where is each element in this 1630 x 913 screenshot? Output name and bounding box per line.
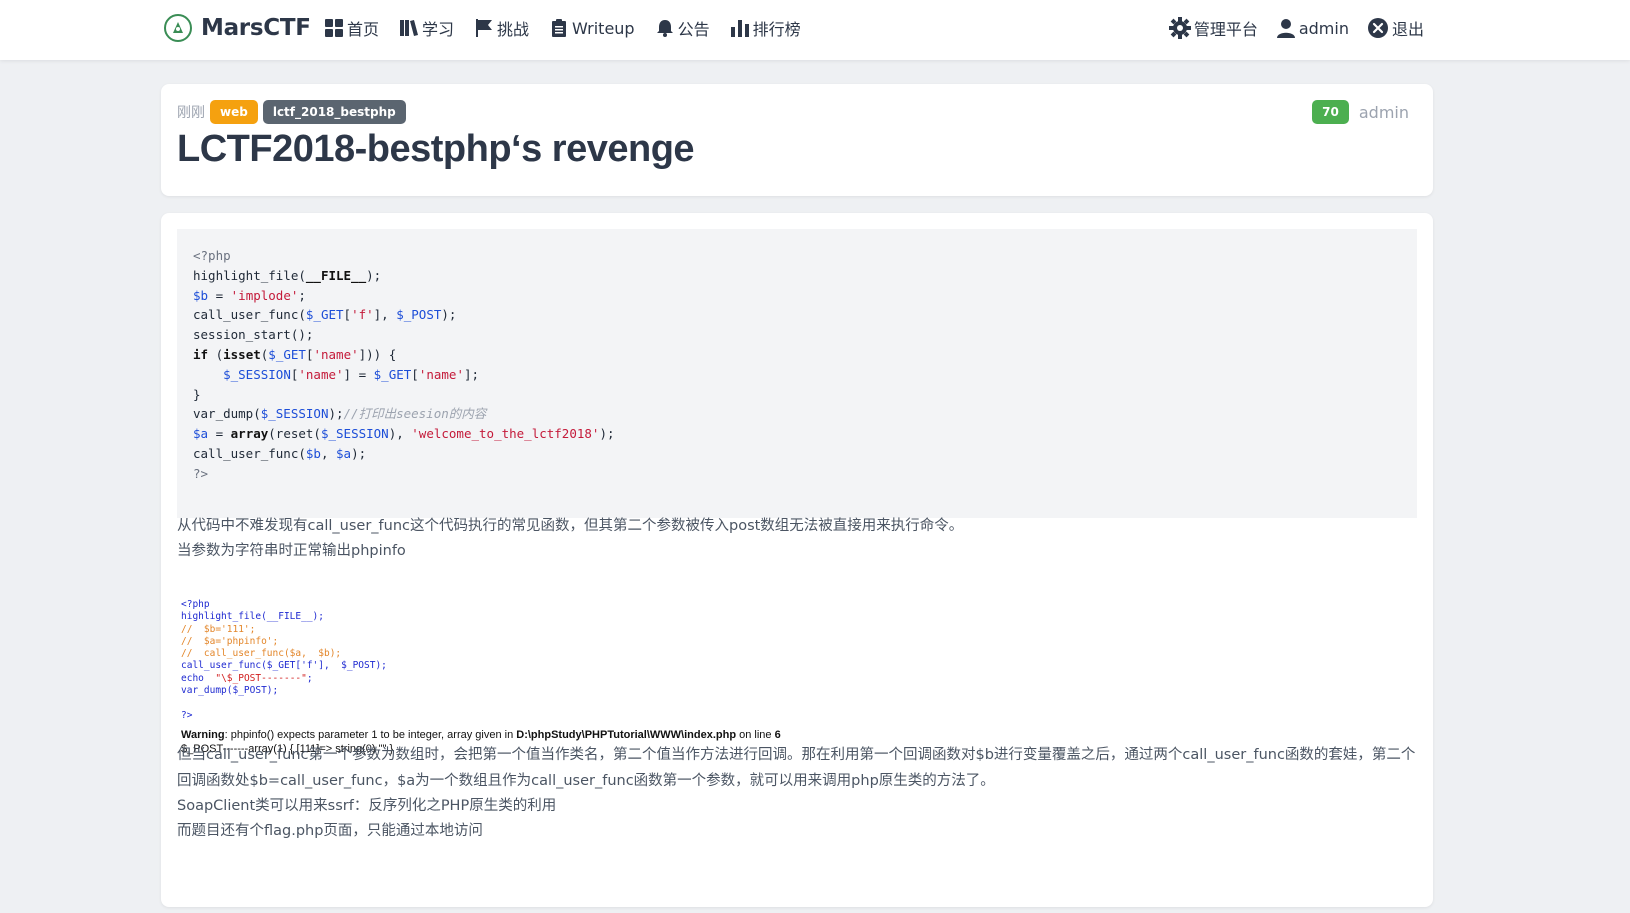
paragraph-3: 但当call_user_func第一个参数为数组时，会把第一个值当作类名，第二个… [177, 747, 1416, 789]
nav-learn-label: 学习 [422, 20, 455, 39]
tag-challenge[interactable]: lctf_2018_bestphp [262, 100, 406, 124]
nav-admin-panel[interactable]: 管理平台 [1168, 16, 1258, 40]
brand-logo-icon [164, 14, 192, 42]
brand[interactable]: MarsCTF [164, 14, 311, 42]
post-time: 刚刚 [177, 105, 205, 121]
nav-writeup[interactable]: Writeup [549, 18, 635, 38]
grid-icon [325, 19, 343, 37]
paragraph-4: SoapClient类可以用来ssrf：反序列化之PHP原生类的利用 [177, 798, 557, 814]
nav-profile[interactable]: admin [1276, 18, 1349, 38]
bar-chart-icon [730, 20, 749, 37]
tag-category[interactable]: web [210, 100, 258, 124]
post-header-right: 70 admin [1312, 100, 1409, 124]
nav-logout-label: 退出 [1391, 20, 1424, 39]
nav-user: 管理平台 admin 退出 [1151, 16, 1424, 40]
clipboard-icon [552, 19, 567, 37]
nav-admin-panel-label: 管理平台 [1193, 20, 1258, 39]
gear-icon [1168, 17, 1191, 39]
post-author[interactable]: admin [1359, 103, 1409, 122]
phpinfo-screenshot: <?php highlight_file(__FILE__); // $b='1… [181, 599, 861, 755]
paragraph-2: 当参数为字符串时正常输出phpinfo [177, 543, 406, 559]
navbar: MarsCTF 首页 学习 挑战 Writeup 公告 排行榜 管理平台 adm… [0, 0, 1630, 60]
nav-profile-label: admin [1298, 18, 1349, 38]
post-header-card: 刚刚 web lctf_2018_bestphp 70 admin LCTF20… [161, 84, 1433, 196]
post-meta: 刚刚 web lctf_2018_bestphp [177, 100, 411, 124]
score-badge: 70 [1312, 100, 1349, 124]
nav-home-label: 首页 [347, 20, 380, 39]
nav-challenge-label: 挑战 [497, 20, 530, 39]
nav-challenge[interactable]: 挑战 [474, 16, 529, 40]
brand-name: MarsCTF [201, 15, 311, 41]
flag-icon [476, 19, 493, 37]
book-icon [400, 20, 419, 36]
nav-ranking[interactable]: 排行榜 [730, 16, 801, 40]
post-title: LCTF2018-bestphp‘s revenge [177, 128, 695, 170]
nav-learn[interactable]: 学习 [399, 16, 454, 40]
nav-main: 首页 学习 挑战 Writeup 公告 排行榜 [324, 16, 821, 40]
paragraph-5: 而题目还有个flag.php页面，只能通过本地访问 [177, 823, 483, 839]
bell-icon [656, 20, 673, 37]
php-code-block: <?php highlight_file(__FILE__); $b = 'im… [177, 229, 1417, 518]
post-body-card: <?php highlight_file(__FILE__); $b = 'im… [161, 213, 1433, 907]
paragraph-1: 从代码中不难发现有call_user_func这个代码执行的常见函数，但其第二个… [177, 518, 964, 534]
nav-writeup-label: Writeup [572, 18, 635, 38]
user-icon [1276, 19, 1295, 38]
nav-notice[interactable]: 公告 [655, 16, 710, 40]
nav-notice-label: 公告 [677, 20, 710, 39]
close-circle-icon [1367, 18, 1388, 38]
nav-ranking-label: 排行榜 [752, 20, 801, 39]
nav-home[interactable]: 首页 [324, 16, 379, 40]
nav-logout[interactable]: 退出 [1367, 16, 1424, 40]
